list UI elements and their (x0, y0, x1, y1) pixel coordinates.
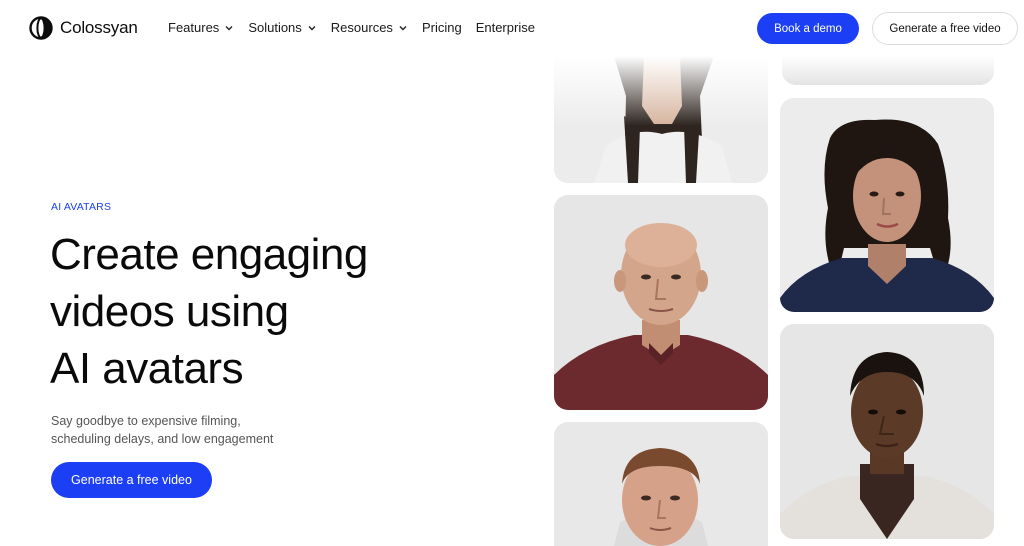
menu-features-label: Features (168, 20, 220, 35)
logo-text: Colossyan (60, 18, 138, 37)
avatar-woman-long-hair-image (554, 56, 768, 183)
menu-pricing-label: Pricing (421, 20, 462, 35)
eyebrow-label: AI AVATARS (51, 201, 112, 213)
avatar-partial-image (782, 56, 994, 85)
avatar-card-bald-man[interactable] (554, 195, 768, 410)
generate-free-video-button[interactable]: Generate a free video (51, 462, 212, 498)
logo[interactable]: Colossyan (28, 16, 138, 40)
avatar-bald-man-image (554, 195, 768, 410)
generate-free-video-nav-button[interactable]: Generate a free video (872, 12, 1018, 45)
hero-subtitle: Say goodbye to expensive filming, schedu… (51, 412, 351, 448)
menu-enterprise-label: Enterprise (475, 20, 535, 35)
avatar-card-woman-long-hair[interactable] (554, 56, 768, 183)
colossyan-logo-icon (29, 16, 53, 40)
avatar-older-man-image (554, 422, 768, 546)
book-demo-button[interactable]: Book a demo (757, 13, 859, 44)
top-navigation: Colossyan Features Solutions Resources P… (0, 0, 1024, 56)
chevron-down-icon (225, 25, 233, 30)
avatar-card-older-man[interactable] (554, 422, 768, 546)
headline-line-2: videos using (50, 287, 289, 336)
avatar-card-young-man[interactable] (780, 324, 994, 539)
avatar-curly-hair-woman-image (780, 98, 994, 312)
menu-resources[interactable]: Resources (331, 20, 408, 35)
menu-solutions[interactable]: Solutions (248, 20, 316, 35)
chevron-down-icon (399, 25, 407, 30)
main-menu: Features Solutions Resources Pricing Ent… (168, 20, 537, 35)
menu-features[interactable]: Features (168, 20, 234, 35)
menu-solutions-label: Solutions (248, 20, 302, 35)
avatar-young-man-image (780, 324, 994, 539)
subtitle-line-2: scheduling delays, and low engagement (51, 432, 274, 446)
headline-line-3: AI avatars (50, 344, 244, 393)
menu-resources-label: Resources (330, 20, 393, 35)
subtitle-line-1: Say goodbye to expensive filming, (51, 414, 241, 428)
avatar-card-curly-hair-woman[interactable] (780, 98, 994, 312)
headline-line-1: Create engaging (50, 230, 368, 279)
menu-pricing[interactable]: Pricing (422, 20, 462, 35)
chevron-down-icon (308, 25, 316, 30)
menu-enterprise[interactable]: Enterprise (476, 20, 535, 35)
avatar-card-top-partial[interactable] (782, 56, 994, 85)
page-title: Create engaging videos using AI avatars (50, 226, 470, 397)
